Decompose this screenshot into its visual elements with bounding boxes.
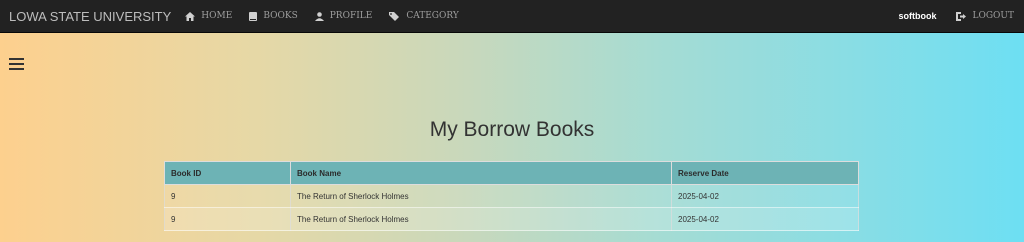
cell-reserve-date: 2025-04-02 — [671, 184, 859, 208]
page-title: My Borrow Books — [429, 118, 595, 141]
navbar-right: softbook LOGOUT — [898, 11, 1024, 21]
nav-category-label: CATEGORY — [406, 11, 459, 21]
brand-link[interactable]: LOWA STATE UNIVERSITY — [9, 9, 171, 24]
column-header-book-id: Book ID — [164, 161, 291, 185]
nav-home[interactable]: HOME — [185, 11, 232, 21]
column-header-book-name: Book Name — [290, 161, 672, 185]
home-icon — [185, 11, 196, 21]
cell-book-id: 9 — [164, 207, 291, 231]
username-label[interactable]: softbook — [898, 11, 936, 21]
nav-profile[interactable]: PROFILE — [314, 11, 373, 21]
logout-link[interactable]: LOGOUT — [956, 11, 1014, 21]
cell-reserve-date: 2025-04-02 — [671, 207, 859, 231]
nav-home-label: HOME — [201, 11, 233, 21]
borrow-books-table: Book ID Book Name Reserve Date 9 The Ret… — [164, 161, 859, 231]
table-row: 9 The Return of Sherlock Holmes 2025-04-… — [164, 184, 859, 208]
table-row: 9 The Return of Sherlock Holmes 2025-04-… — [164, 207, 859, 231]
nav-books[interactable]: BOOKS — [249, 11, 298, 21]
cell-book-name: The Return of Sherlock Holmes — [290, 184, 672, 208]
table-header-row: Book ID Book Name Reserve Date — [164, 161, 859, 185]
logout-icon — [956, 11, 967, 21]
logout-label: LOGOUT — [972, 11, 1014, 21]
column-header-reserve-date: Reserve Date — [671, 161, 859, 185]
cell-book-id: 9 — [164, 184, 291, 208]
hamburger-menu-icon[interactable] — [9, 57, 25, 71]
nav-profile-label: PROFILE — [329, 11, 373, 21]
cell-book-name: The Return of Sherlock Holmes — [290, 207, 672, 231]
nav-category[interactable]: CATEGORY — [389, 11, 459, 21]
top-navbar: LOWA STATE UNIVERSITY HOME BOOKS PROFILE… — [0, 0, 1024, 33]
user-icon — [314, 11, 324, 21]
tag-icon — [389, 11, 400, 21]
nav-books-label: BOOKS — [263, 11, 298, 21]
book-icon — [249, 11, 258, 21]
